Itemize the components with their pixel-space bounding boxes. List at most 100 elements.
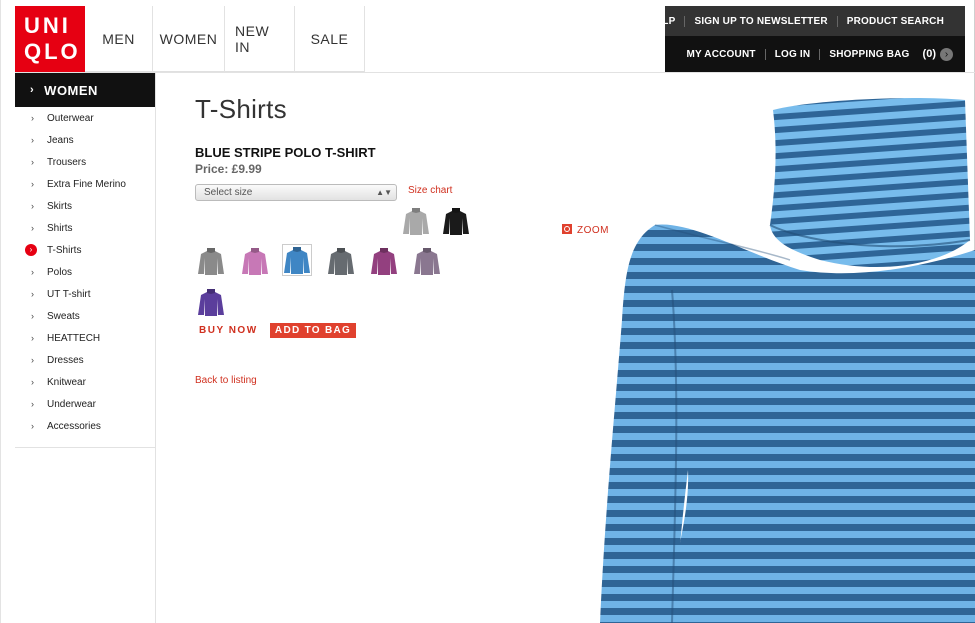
sidebar-item[interactable]: › T-Shirts <box>15 239 155 261</box>
category-sidebar: › WOMEN › Outerwear › Jeans › Trousers › Extra … <box>15 73 156 623</box>
size-select[interactable]: Select size ▲▼ <box>195 184 397 201</box>
sidebar-item[interactable]: › Knitwear <box>15 371 155 393</box>
shirt-icon <box>284 247 310 274</box>
sidebar-item-label: Outerwear <box>47 112 94 124</box>
bag-arrow-icon[interactable]: › <box>940 47 953 61</box>
chevron-right-icon: › <box>31 355 34 365</box>
sidebar-item-label: HEATTECH <box>47 332 101 344</box>
swatch-purple[interactable] <box>369 246 399 278</box>
swatch-violet[interactable] <box>196 287 226 319</box>
active-chevron-icon: › <box>25 244 37 256</box>
uniqlo-logo[interactable]: UNI QLO <box>15 6 85 72</box>
chevron-right-icon: › <box>31 399 34 409</box>
sidebar-item-label: Underwear <box>47 398 96 410</box>
select-arrows-icon: ▲▼ <box>376 188 392 197</box>
newsletter-link[interactable]: SIGN UP TO NEWSLETTER <box>684 15 836 27</box>
chevron-right-icon: › <box>31 311 34 321</box>
sidebar-list: › Outerwear › Jeans › Trousers › Extra Fine Mer… <box>15 107 155 448</box>
sidebar-item-label: Knitwear <box>47 376 86 388</box>
sidebar-item[interactable]: › HEATTECH <box>15 327 155 349</box>
product-search-link[interactable]: PRODUCT SEARCH <box>836 15 953 27</box>
chevron-right-icon: › <box>31 377 34 387</box>
sidebar-item-label: Extra Fine Merino <box>47 178 126 190</box>
size-chart-link[interactable]: Size chart <box>408 185 452 196</box>
sidebar-item-label: Trousers <box>47 156 87 168</box>
product-price: Price: £9.99 <box>195 162 262 176</box>
nav-new-in[interactable]: NEW IN <box>225 6 295 72</box>
sidebar-item-label: Sweats <box>47 310 80 322</box>
shirt-icon <box>403 208 429 235</box>
sidebar-item[interactable]: › Jeans <box>15 129 155 151</box>
sidebar-item-label: Polos <box>47 266 73 278</box>
chevron-right-icon: › <box>30 84 35 96</box>
sidebar-heading-label: WOMEN <box>44 82 98 98</box>
product-image[interactable] <box>560 90 975 623</box>
sidebar-item-label: Dresses <box>47 354 84 366</box>
swatch-blue[interactable] <box>282 244 312 276</box>
sidebar-item[interactable]: › Accessories <box>15 415 155 437</box>
sidebar-item[interactable]: › Shirts <box>15 217 155 239</box>
swatch-grey[interactable] <box>196 246 226 278</box>
sidebar-item[interactable]: › Trousers <box>15 151 155 173</box>
chevron-right-icon: › <box>31 333 34 343</box>
chevron-right-icon: › <box>31 421 34 431</box>
shirt-icon <box>242 248 268 275</box>
sidebar-item-label: Skirts <box>47 200 72 212</box>
swatch-charcoal[interactable] <box>326 246 356 278</box>
sidebar-item-label: T-Shirts <box>47 244 82 256</box>
chevron-right-icon: › <box>31 223 34 233</box>
shirt-icon <box>414 248 440 275</box>
sidebar-item-label: UT T-shirt <box>47 288 91 300</box>
chevron-right-icon: › <box>31 113 34 123</box>
log-in-link[interactable]: LOG IN <box>764 48 820 60</box>
sidebar-heading[interactable]: › WOMEN <box>15 73 155 107</box>
shirt-icon <box>198 248 224 275</box>
header-divider <box>15 72 975 73</box>
sidebar-item-label: Jeans <box>47 134 74 146</box>
sidebar-item-label: Accessories <box>47 420 101 432</box>
help-link[interactable]: HELP <box>639 16 684 27</box>
sidebar-item[interactable]: › Underwear <box>15 393 155 415</box>
my-account-link[interactable]: MY ACCOUNT <box>677 49 764 60</box>
swatch-pink[interactable] <box>240 246 270 278</box>
utility-row-bottom: MY ACCOUNT LOG IN SHOPPING BAG (0) › <box>665 36 965 72</box>
shopping-bag-link[interactable]: SHOPPING BAG <box>819 48 918 60</box>
shirt-icon <box>328 248 354 275</box>
sidebar-item-label: Shirts <box>47 222 73 234</box>
chevron-right-icon: › <box>31 157 34 167</box>
sidebar-item[interactable]: › Extra Fine Merino <box>15 173 155 195</box>
buy-now-button[interactable]: BUY NOW <box>199 325 258 336</box>
chevron-right-icon: › <box>31 135 34 145</box>
striped-shirt-illustration <box>600 98 975 623</box>
sidebar-item[interactable]: › UT T-shirt <box>15 283 155 305</box>
top-navigation: MEN WOMEN NEW IN SALE <box>85 6 365 72</box>
size-select-value: Select size <box>204 187 253 198</box>
utility-row-top: HELP SIGN UP TO NEWSLETTER PRODUCT SEARC… <box>648 6 965 36</box>
sidebar-item[interactable]: › Dresses <box>15 349 155 371</box>
swatch-light-grey[interactable] <box>401 206 431 238</box>
sidebar-item[interactable]: › Outerwear <box>15 107 155 129</box>
back-to-listing-link[interactable]: Back to listing <box>195 375 257 386</box>
page-title: T-Shirts <box>195 94 287 124</box>
chevron-right-icon: › <box>31 201 34 211</box>
sidebar-item[interactable]: › Skirts <box>15 195 155 217</box>
chevron-right-icon: › <box>31 267 34 277</box>
chevron-right-icon: › <box>31 179 34 189</box>
shirt-icon <box>198 289 224 316</box>
sidebar-item[interactable]: › Sweats <box>15 305 155 327</box>
product-name: BLUE STRIPE POLO T-SHIRT <box>195 145 376 160</box>
utility-bar: HELP SIGN UP TO NEWSLETTER PRODUCT SEARC… <box>648 6 965 72</box>
sidebar-item[interactable]: › Polos <box>15 261 155 283</box>
shirt-icon <box>443 208 469 235</box>
swatch-black[interactable] <box>441 206 471 238</box>
logo-line-2: QLO <box>24 39 81 64</box>
nav-men[interactable]: MEN <box>85 6 153 72</box>
shirt-icon <box>371 248 397 275</box>
add-to-bag-button[interactable]: ADD TO BAG <box>270 323 356 338</box>
nav-women[interactable]: WOMEN <box>153 6 225 72</box>
chevron-right-icon: › <box>31 289 34 299</box>
nav-sale[interactable]: SALE <box>295 6 365 72</box>
swatch-mauve[interactable] <box>412 246 442 278</box>
logo-line-1: UNI <box>24 13 71 38</box>
bag-count: (0) <box>922 48 936 60</box>
